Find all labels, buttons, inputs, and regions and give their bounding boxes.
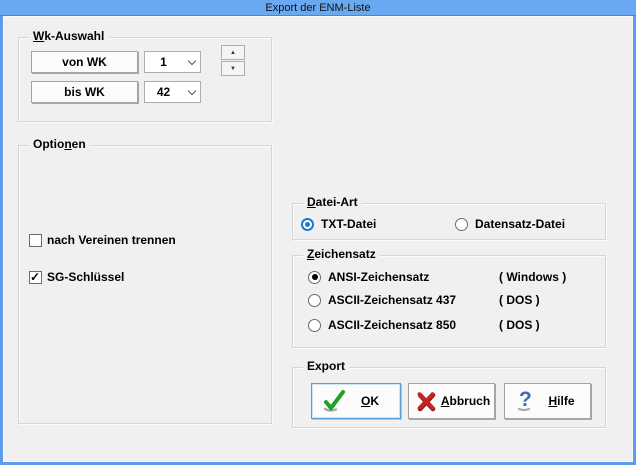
dialog-client-area: Wk-Auswahl von WK 1 ▲ ▼ bis WK 42 Option <box>3 16 633 462</box>
checkbox-box[interactable]: ✓ <box>29 234 42 247</box>
chevron-down-icon[interactable] <box>184 91 200 94</box>
window-title: Export der ENM-Liste <box>265 2 370 14</box>
radio-ascii-437[interactable]: ASCII-Zeichensatz 437 <box>308 293 456 307</box>
group-export: Export OK Abbruch <box>292 367 606 428</box>
radio-button[interactable] <box>308 319 321 332</box>
bis-wk-value: 42 <box>145 85 184 99</box>
abbruch-button[interactable]: Abbruch <box>408 383 495 419</box>
wk-spinner: ▲ ▼ <box>221 45 245 76</box>
radio-ascii-850[interactable]: ASCII-Zeichensatz 850 <box>308 318 456 332</box>
bis-wk-button[interactable]: bis WK <box>31 81 138 103</box>
ok-button[interactable]: OK <box>311 383 401 419</box>
dialog-window: Export der ENM-Liste Wk-Auswahl von WK 1… <box>0 0 636 465</box>
group-wk-auswahl-label: Wk-Auswahl <box>29 29 108 44</box>
radio-note-windows: ( Windows ) <box>499 270 566 284</box>
svg-text:?: ? <box>519 388 532 411</box>
hilfe-button[interactable]: ? Hilfe <box>504 383 591 419</box>
checkbox-nach-vereinen[interactable]: ✓ nach Vereinen trennen <box>29 233 176 247</box>
von-wk-value: 1 <box>145 55 184 69</box>
check-icon <box>320 387 348 415</box>
checkbox-sg-schluessel[interactable]: ✓ SG-Schlüssel <box>29 270 124 284</box>
spinner-down-icon[interactable]: ▼ <box>221 61 245 76</box>
checkbox-label: SG-Schlüssel <box>47 270 124 284</box>
bis-wk-button-label: bis WK <box>64 85 105 99</box>
group-zeichensatz: Zeichensatz ANSI-Zeichensatz ( Windows )… <box>292 255 606 348</box>
group-datei-art: Datei-Art TXT-Datei Datensatz-Datei <box>292 203 606 240</box>
spinner-up-icon[interactable]: ▲ <box>221 45 245 60</box>
cross-icon <box>413 387 441 415</box>
radio-note-dos-437: ( DOS ) <box>499 293 540 307</box>
bis-wk-combobox[interactable]: 42 <box>144 81 201 103</box>
radio-ansi-zeichensatz[interactable]: ANSI-Zeichensatz <box>308 270 429 284</box>
checkbox-label: nach Vereinen trennen <box>47 233 176 247</box>
group-export-label: Export <box>303 359 349 374</box>
ok-button-label: OK <box>348 394 392 408</box>
group-optionen-label: Optionen <box>29 137 90 152</box>
abbruch-button-label: Abbruch <box>441 394 490 408</box>
chevron-down-icon[interactable] <box>184 61 200 64</box>
question-icon: ? <box>513 387 541 415</box>
radio-datensatz-datei[interactable]: Datensatz-Datei <box>455 217 565 231</box>
radio-label: ASCII-Zeichensatz 437 <box>328 293 456 307</box>
group-wk-auswahl: Wk-Auswahl von WK 1 ▲ ▼ bis WK 42 <box>18 37 272 122</box>
title-bar[interactable]: Export der ENM-Liste <box>0 0 636 16</box>
radio-label: ANSI-Zeichensatz <box>328 270 429 284</box>
group-datei-art-label: Datei-Art <box>303 195 362 210</box>
radio-button[interactable] <box>308 271 321 284</box>
radio-label: Datensatz-Datei <box>475 217 565 231</box>
von-wk-button[interactable]: von WK <box>31 51 138 73</box>
radio-txt-datei[interactable]: TXT-Datei <box>301 217 376 231</box>
group-optionen: Optionen ✓ nach Vereinen trennen ✓ SG-Sc… <box>18 145 272 424</box>
von-wk-combobox[interactable]: 1 <box>144 51 201 73</box>
radio-note-dos-850: ( DOS ) <box>499 318 540 332</box>
group-zeichensatz-label: Zeichensatz <box>303 247 380 262</box>
radio-label: TXT-Datei <box>321 217 376 231</box>
radio-button[interactable] <box>308 294 321 307</box>
radio-label: ASCII-Zeichensatz 850 <box>328 318 456 332</box>
hilfe-button-label: Hilfe <box>541 394 582 408</box>
radio-button[interactable] <box>455 218 468 231</box>
radio-button[interactable] <box>301 218 314 231</box>
von-wk-button-label: von WK <box>62 55 107 69</box>
checkbox-box[interactable]: ✓ <box>29 271 42 284</box>
